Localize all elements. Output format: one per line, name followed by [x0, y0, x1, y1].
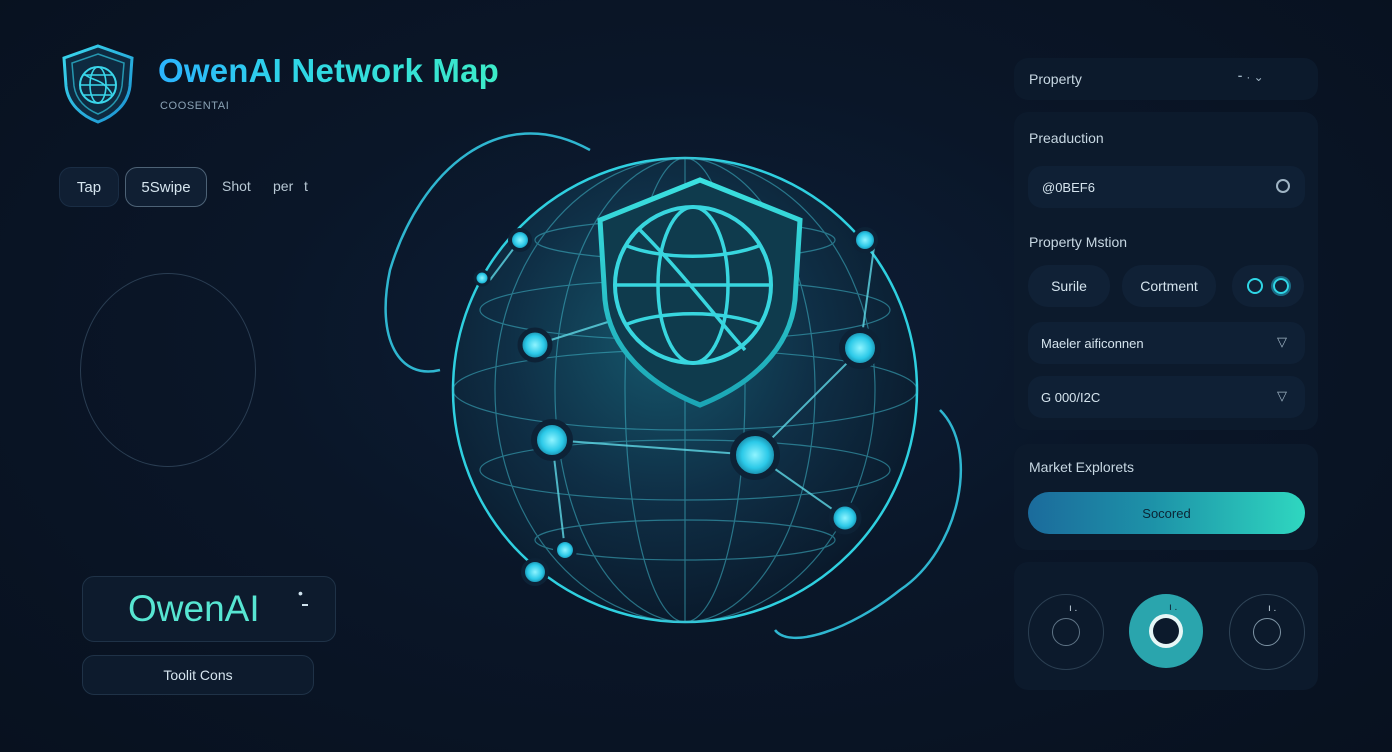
page-title: OwenAI Network Map — [158, 52, 499, 89]
option-cortment[interactable]: Cortment — [1122, 265, 1216, 307]
network-globe — [384, 132, 962, 639]
toggle-control[interactable] — [1232, 265, 1304, 307]
option-surile[interactable]: Surile — [1028, 265, 1110, 307]
dial-control[interactable]: ı . — [1028, 594, 1104, 670]
dial-control-active[interactable]: ı . — [1129, 594, 1203, 668]
property-mstion-label: Property Mstion — [1029, 234, 1128, 250]
chevron-down-icon[interactable]: ▽ — [1277, 388, 1287, 404]
toggle-icon — [1247, 278, 1263, 294]
toolbar-button[interactable]: Toolit Cons — [82, 655, 314, 695]
chevron-down-icon[interactable]: ▽ — [1277, 334, 1287, 350]
production-label: Preaduction — [1029, 130, 1104, 146]
production-field[interactable]: @0BEF6 — [1028, 166, 1305, 208]
gear-icon[interactable] — [1276, 179, 1290, 193]
tab-swipe[interactable]: 5Swipe — [125, 167, 207, 207]
brand-menu-dash-icon — [302, 604, 308, 606]
property-controls-icon[interactable]: ⁃ · ⌄ — [1237, 70, 1264, 84]
tab-t[interactable]: t — [304, 167, 308, 205]
brand-name: OwenAI — [128, 588, 260, 629]
dropdown-maeler-value: Maeler aificonnen — [1041, 335, 1144, 351]
property-label: Property — [1029, 71, 1082, 87]
dropdown-code-value: G 000/I2C — [1041, 389, 1101, 405]
brand-menu-dot-icon[interactable]: • — [298, 586, 303, 600]
tab-shot[interactable]: Shot — [222, 167, 251, 205]
market-explore-button[interactable]: Socored — [1028, 492, 1305, 534]
empty-circle-placeholder — [80, 273, 256, 467]
tab-per[interactable]: per — [273, 167, 293, 205]
dropdown-code[interactable]: G 000/I2C — [1028, 376, 1305, 418]
production-value: @0BEF6 — [1042, 179, 1095, 195]
shield-globe-logo-icon — [62, 44, 134, 124]
dropdown-maeler[interactable]: Maeler aificonnen — [1028, 322, 1305, 364]
page-subtitle: COOSENTAI — [160, 100, 230, 112]
tab-tap[interactable]: Tap — [59, 167, 119, 207]
market-label: Market Explorets — [1029, 459, 1135, 475]
toggle-icon — [1273, 278, 1289, 294]
dial-control[interactable]: ı . — [1229, 594, 1305, 670]
